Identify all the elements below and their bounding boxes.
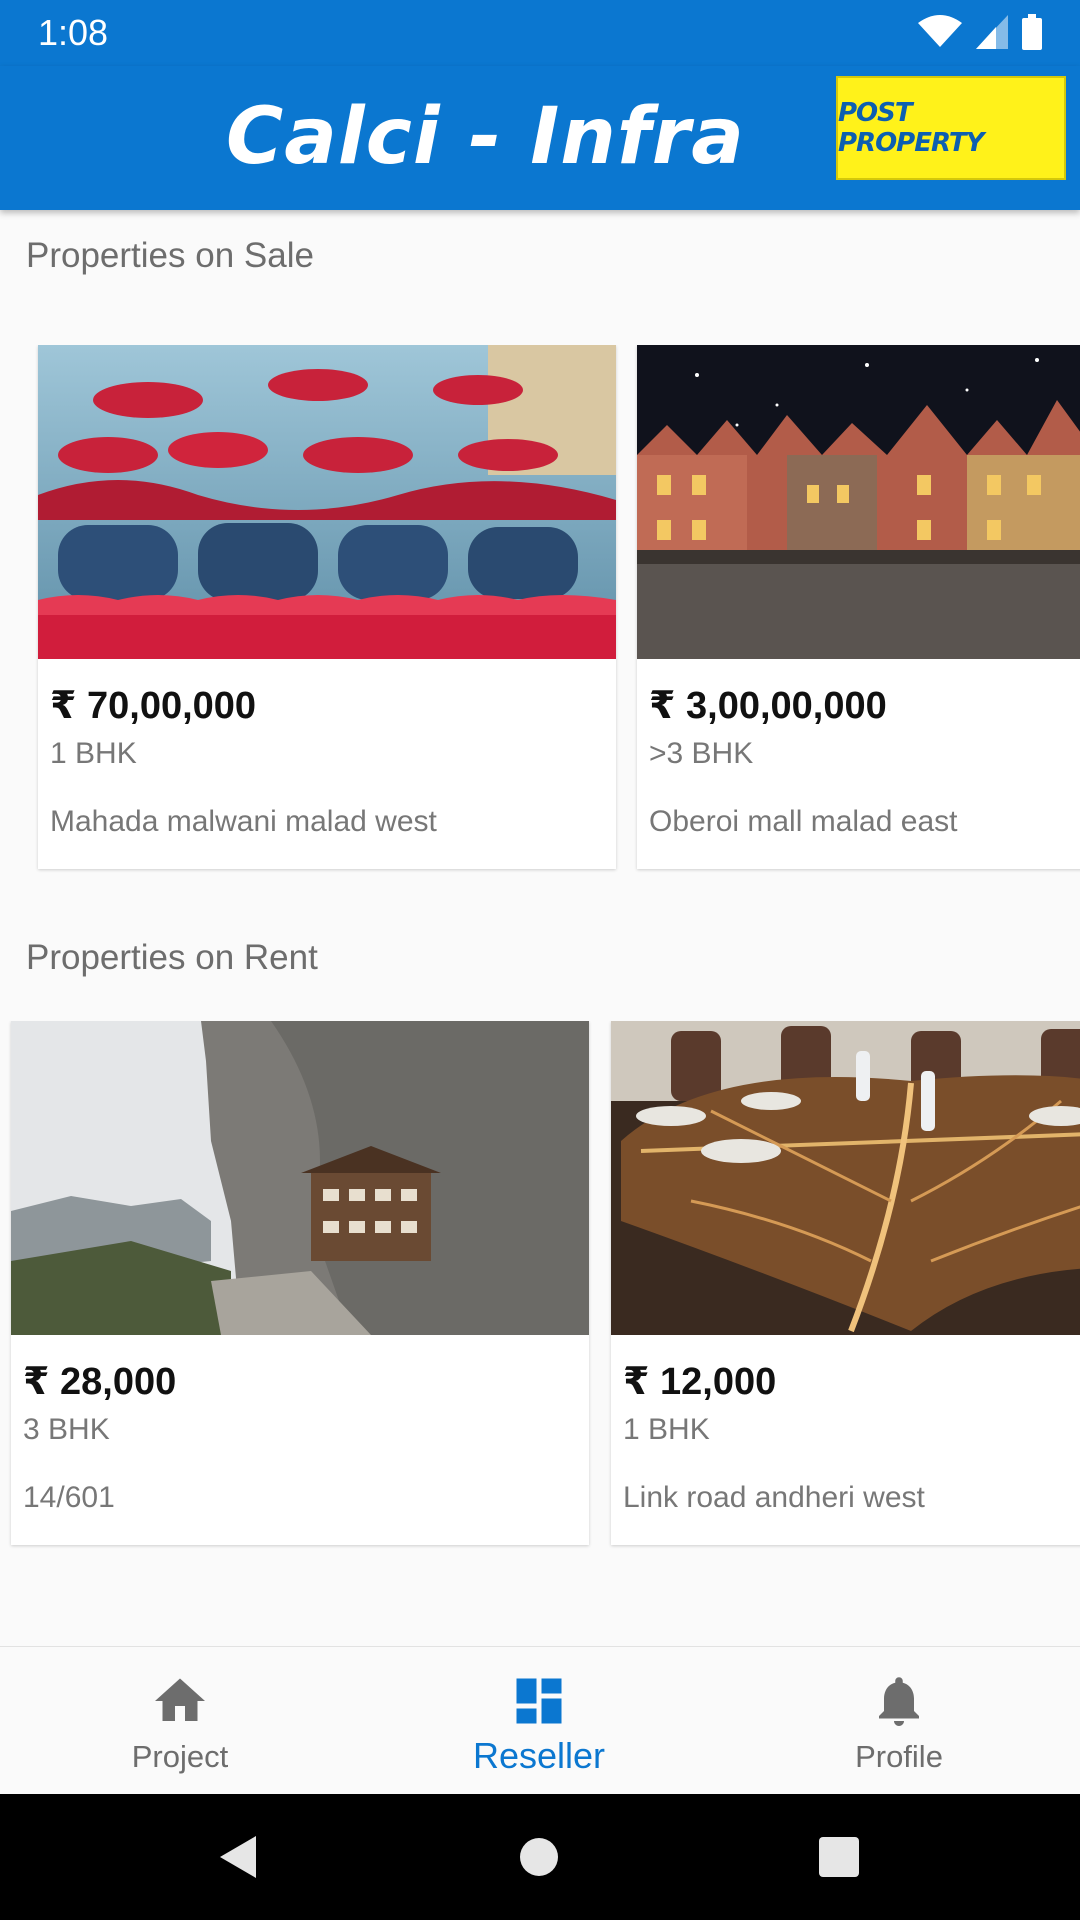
nav-label-reseller: Reseller — [472, 1735, 606, 1776]
sale-card[interactable]: ₹ 3,00,00,000 >3 BHK Oberoi mall malad e… — [637, 345, 1080, 869]
rent-section-title: Properties on Rent — [26, 938, 318, 977]
rent-card[interactable]: ₹ 28,000 3 BHK 14/601 — [11, 1021, 589, 1545]
property-image — [11, 1021, 589, 1335]
property-address: 14/601 — [23, 1481, 115, 1514]
sale-section-title: Properties on Sale — [26, 236, 314, 275]
system-navigation-bar — [0, 1794, 1080, 1920]
property-price: ₹ 70,00,000 — [50, 685, 257, 727]
sale-carousel[interactable]: ₹ 70,00,000 1 BHK Mahada malwani malad w… — [0, 345, 1080, 875]
status-time: 1:08 — [38, 12, 109, 53]
property-image — [637, 345, 1080, 659]
bottom-navigation: Project Reseller Profile — [0, 1646, 1080, 1794]
dashboard-icon — [516, 1678, 562, 1724]
battery-icon — [1022, 14, 1042, 50]
app-bar: Calci - Infra POST PROPERTY — [0, 66, 1080, 210]
property-bhk: 1 BHK — [50, 737, 137, 770]
property-address: Link road andheri west — [623, 1481, 925, 1514]
bell-icon — [879, 1677, 919, 1726]
property-address: Oberoi mall malad east — [649, 805, 958, 838]
property-price: ₹ 3,00,00,000 — [649, 685, 887, 727]
post-property-button[interactable]: POST PROPERTY — [836, 76, 1066, 180]
status-icons — [918, 14, 1042, 50]
back-icon[interactable] — [214, 1832, 264, 1882]
property-address: Mahada malwani malad west — [50, 805, 437, 838]
property-bhk: >3 BHK — [649, 737, 754, 770]
property-bhk: 3 BHK — [23, 1413, 110, 1446]
cell-signal-icon — [976, 15, 1008, 49]
home-circle-icon[interactable] — [514, 1832, 564, 1882]
nav-item-reseller[interactable]: Reseller — [359, 1647, 719, 1795]
nav-label-project: Project — [131, 1739, 229, 1774]
property-image — [38, 345, 616, 659]
nav-label-profile: Profile — [855, 1739, 943, 1774]
property-image — [611, 1021, 1080, 1335]
wifi-icon — [918, 15, 962, 47]
nav-item-profile[interactable]: Profile — [719, 1647, 1079, 1795]
property-bhk: 1 BHK — [623, 1413, 710, 1446]
recents-icon[interactable] — [814, 1832, 864, 1882]
app-title: Calci - Infra — [226, 92, 745, 182]
property-price: ₹ 12,000 — [623, 1361, 777, 1403]
status-bar: 1:08 — [0, 0, 1080, 66]
property-price: ₹ 28,000 — [23, 1361, 177, 1403]
rent-carousel[interactable]: ₹ 28,000 3 BHK 14/601 ₹ 12,000 1 BHK Lin… — [0, 1021, 1080, 1551]
nav-item-project[interactable]: Project — [0, 1647, 360, 1795]
sale-card[interactable]: ₹ 70,00,000 1 BHK Mahada malwani malad w… — [38, 345, 616, 869]
rent-card[interactable]: ₹ 12,000 1 BHK Link road andheri west — [611, 1021, 1080, 1545]
home-icon — [155, 1678, 205, 1721]
